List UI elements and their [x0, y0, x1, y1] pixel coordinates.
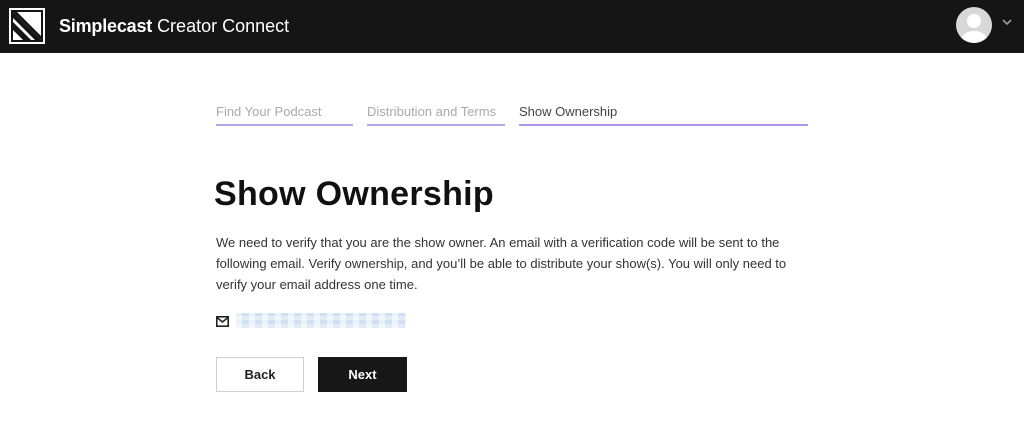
page-title: Show Ownership — [214, 175, 495, 213]
user-avatar-icon — [956, 7, 992, 43]
user-menu-button[interactable] — [954, 6, 1020, 44]
back-button[interactable]: Back — [216, 357, 304, 392]
progress-steps: Find Your Podcast Distribution and Terms… — [216, 104, 808, 126]
product-name: Creator Connect — [157, 16, 290, 36]
chevron-down-icon — [1000, 15, 1014, 29]
app-title[interactable]: Simplecast Creator Connect — [59, 15, 289, 37]
owner-email-address-redacted — [236, 313, 406, 328]
verification-description: We need to verify that you are the show … — [216, 235, 787, 292]
simplecast-logo-icon[interactable] — [9, 8, 45, 44]
brand-name: Simplecast — [59, 16, 153, 36]
top-navigation-bar: Simplecast Creator Connect — [0, 0, 1024, 53]
mail-icon — [216, 314, 229, 327]
owner-email-row — [216, 312, 416, 328]
step-find-your-podcast[interactable]: Find Your Podcast — [216, 104, 353, 126]
step-show-ownership[interactable]: Show Ownership — [519, 104, 808, 126]
next-button[interactable]: Next — [318, 357, 407, 392]
step-distribution-and-terms[interactable]: Distribution and Terms — [367, 104, 505, 126]
